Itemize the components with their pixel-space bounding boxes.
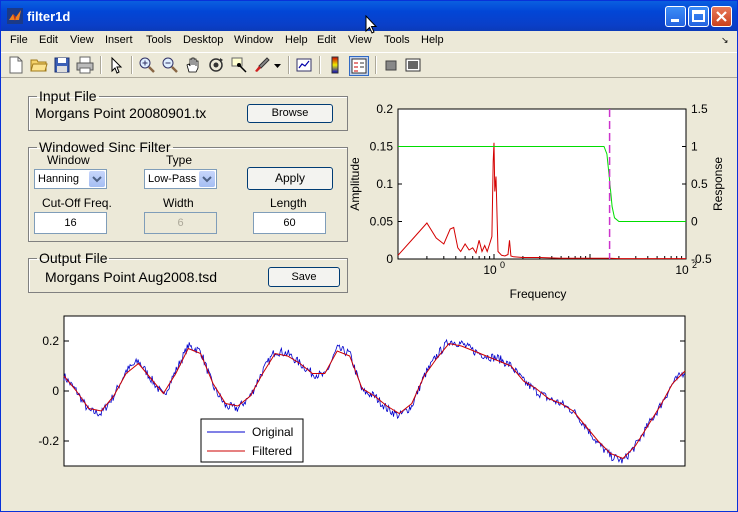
ts-ytick-label: 0 [52,384,59,398]
width-field: 6 [144,212,217,234]
menu-window[interactable]: Window [234,34,273,46]
close-button[interactable] [711,6,732,27]
chevron-down-icon[interactable] [199,171,215,187]
link-plot-icon[interactable] [295,56,313,74]
freq-xtick-exp: 0 [500,260,505,270]
brush-icon[interactable] [253,56,271,74]
frequency-response-chart[interactable]: 00.050.10.150.2-0.500.511.510 0 10 2 Freque… [341,98,737,308]
toolbar-separator [288,56,290,74]
menu-view-2[interactable]: View [348,34,372,46]
close-icon [716,11,727,22]
toolbar-separator [131,56,133,74]
freq-xtick-label: 10 [483,263,497,277]
toolbar [1,52,737,78]
output-file-legend: Output File [39,250,108,266]
data-cursor-icon[interactable] [230,56,248,74]
input-filename: Morgans Point 20080901.tx [35,105,207,121]
hide-plot-tools-icon[interactable] [382,56,400,74]
menu-insert[interactable]: Insert [105,34,133,46]
freq-ytick-label: 0.1 [376,177,393,191]
window-title: filter1d [27,9,71,24]
show-plot-tools-icon[interactable] [404,56,422,74]
pan-hand-icon[interactable] [184,56,202,74]
window-select[interactable]: Hanning [34,169,107,189]
mouse-cursor-icon [365,15,378,34]
cutoff-label: Cut-Off Freq. [42,196,112,210]
menu-tools-2[interactable]: Tools [384,34,410,46]
maximize-icon [692,10,705,22]
type-label: Type [166,153,193,167]
ts-legend[interactable]: Original Filtered [200,418,304,463]
toolbar-separator [100,56,102,74]
menu-tools[interactable]: Tools [146,34,172,46]
freq-ytick-label: 0 [386,252,393,266]
output-filename: Morgans Point Aug2008.tsd [45,269,218,285]
freq-ytick-label: 0.2 [376,102,393,116]
menu-desktop[interactable]: Desktop [183,34,223,46]
width-label: Width [163,196,194,210]
ts-ytick-label: -0.2 [38,434,59,448]
menu-overflow-icon[interactable]: ↘ [721,35,729,46]
minimize-icon [671,19,679,22]
toolbar-separator [319,56,321,74]
new-file-icon[interactable] [7,56,25,74]
zoom-out-icon[interactable] [161,56,179,74]
window-label: Window [47,153,90,167]
maximize-button[interactable] [688,6,709,27]
apply-button[interactable]: Apply [247,167,333,190]
type-select[interactable]: Low-Pass [144,169,217,189]
save-button[interactable]: Save [268,267,340,287]
menu-edit[interactable]: Edit [39,34,58,46]
ts-ytick-label: 0.2 [42,334,59,348]
legend-icon[interactable] [349,56,369,76]
freq-xtick-label: 10 [675,263,689,277]
legend-filtered-label: Filtered [252,444,292,458]
freq-xtick-exp: 2 [692,260,697,270]
freq-xlabel: Frequency [510,287,567,301]
matlab-icon [7,8,23,24]
print-icon[interactable] [76,56,94,74]
cutoff-field[interactable]: 16 [34,212,107,234]
freq-y2tick-label: 1 [691,140,698,154]
freq-y2tick-label: 0.5 [691,177,708,191]
minimize-button[interactable] [665,6,686,27]
window-select-value: Hanning [38,173,79,185]
colorbar-icon[interactable] [326,56,344,74]
pointer-icon[interactable] [107,56,125,74]
toolbar-separator [375,56,377,74]
time-series-chart[interactable]: 0.2 0 -0.2 Original Filtered [21,308,701,473]
freq-y2tick-label: 0 [691,215,698,229]
length-label: Length [270,196,307,210]
freq-y2label: Response [711,157,725,211]
open-folder-icon[interactable] [30,56,48,74]
menu-help-2[interactable]: Help [421,34,444,46]
freq-ytick-label: 0.15 [370,140,394,154]
chevron-down-icon[interactable] [89,171,105,187]
rotate-3d-icon[interactable] [207,56,225,74]
menu-help[interactable]: Help [285,34,308,46]
freq-ylabel: Amplitude [348,157,362,211]
browse-button[interactable]: Browse [247,104,333,123]
brush-dropdown-icon[interactable] [273,56,282,74]
figure-area: Input File Morgans Point 20080901.tx Bro… [1,78,737,511]
legend-original-label: Original [252,425,293,439]
type-select-value: Low-Pass [148,173,197,185]
input-file-legend: Input File [39,88,97,104]
freq-plot-area [397,108,687,260]
freq-y2tick-label: 1.5 [691,102,708,116]
menu-file[interactable]: File [10,34,28,46]
menu-view[interactable]: View [70,34,94,46]
ts-plot-area [63,315,686,467]
freq-ytick-label: 0.05 [370,215,394,229]
menu-edit-2[interactable]: Edit [317,34,336,46]
app-window: filter1d File Edit View Insert Tools Des… [0,0,738,512]
length-field[interactable]: 60 [253,212,326,234]
zoom-in-icon[interactable] [138,56,156,74]
save-icon[interactable] [53,56,71,74]
